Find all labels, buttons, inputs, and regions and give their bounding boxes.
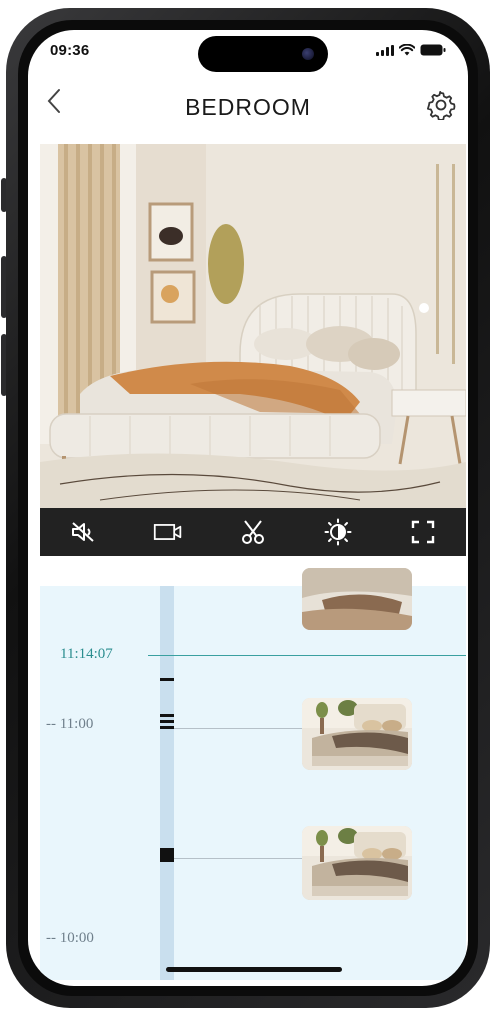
event-connector (174, 728, 302, 729)
signal-bars-icon (376, 44, 394, 56)
bedroom-thumbnail-image (302, 826, 412, 900)
event-thumbnail[interactable] (302, 568, 412, 630)
speaker-muted-icon (71, 522, 94, 542)
scissors-icon (241, 520, 264, 544)
clip-button[interactable] (238, 517, 268, 547)
time-label: -- 10:00 (46, 930, 94, 946)
event-thumbnail[interactable] (302, 698, 412, 770)
day-night-icon (324, 518, 352, 546)
recording-segment[interactable] (160, 714, 174, 717)
current-time-label: 11:14:07 (60, 646, 113, 662)
record-button[interactable] (153, 517, 183, 547)
recording-segment[interactable] (160, 678, 174, 681)
current-time-marker (148, 655, 466, 656)
recording-segment[interactable] (160, 848, 174, 862)
bedroom-thumbnail-image (302, 568, 412, 630)
bedroom-scene (40, 144, 466, 508)
recording-segment[interactable] (160, 726, 174, 729)
playback-timeline[interactable]: 11:14:07 -- 11:00 -- 10:00 (40, 568, 466, 980)
page-title: BEDROOM (185, 94, 311, 120)
dynamic-island (198, 36, 328, 72)
status-time: 09:36 (50, 42, 90, 59)
recording-segment[interactable] (160, 720, 174, 723)
home-indicator[interactable] (166, 967, 342, 972)
wifi-icon (399, 44, 415, 56)
mute-button[interactable] (68, 517, 98, 547)
camera-feed[interactable] (40, 144, 466, 508)
settings-button[interactable] (426, 90, 456, 121)
event-thumbnail[interactable] (302, 826, 412, 900)
timeline-track[interactable] (160, 586, 174, 980)
bedroom-thumbnail-image (302, 698, 412, 770)
fullscreen-icon (412, 520, 435, 544)
event-connector (174, 858, 302, 859)
time-label: -- 11:00 (46, 716, 94, 732)
front-camera (302, 48, 314, 60)
player-controls (40, 508, 466, 556)
gear-icon (427, 91, 456, 121)
night-mode-button[interactable] (323, 517, 353, 547)
fullscreen-button[interactable] (408, 517, 438, 547)
phone-frame: 09:36 BEDROOM 11:14:07 -- 11:00 -- 10:00 (6, 8, 490, 1008)
video-camera-icon (153, 524, 182, 540)
app-screen: 09:36 BEDROOM 11:14:07 -- 11:00 -- 10:00 (28, 30, 468, 986)
battery-icon (420, 44, 446, 56)
status-icons (376, 44, 446, 56)
